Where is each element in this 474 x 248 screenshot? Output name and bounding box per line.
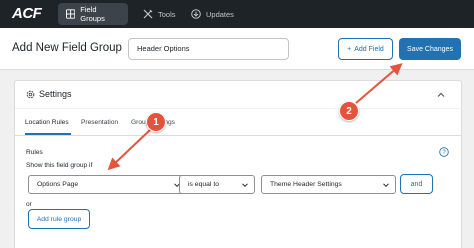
rule-operator-value: is equal to <box>188 181 219 188</box>
help-icon[interactable]: ? <box>439 147 449 157</box>
nav-tab-label: Field Groups <box>80 5 105 23</box>
tools-icon <box>143 9 153 19</box>
page-header: Add New Field Group Header Options + Add… <box>0 28 474 70</box>
rule-param-value: Options Page <box>37 181 79 188</box>
nav-tab-field-groups[interactable]: Field Groups <box>58 3 128 25</box>
nav-tab-label: Updates <box>206 9 234 19</box>
plus-icon: + <box>347 45 352 53</box>
callout-badge-2: 2 <box>339 101 359 121</box>
nav-tab-updates[interactable]: Updates <box>183 3 242 25</box>
svg-text:?: ? <box>442 150 446 156</box>
chevron-down-icon <box>383 183 389 188</box>
settings-panel: Settings Location Rules Presentation Gro… <box>14 80 462 248</box>
rule-value-select[interactable]: Theme Header Settings <box>261 175 396 194</box>
tab-location-rules[interactable]: Location Rules <box>25 119 69 126</box>
download-icon <box>191 9 201 19</box>
acf-logo: ACF <box>12 5 42 22</box>
rules-label: Rules <box>26 149 43 156</box>
tab-presentation[interactable]: Presentation <box>81 119 118 126</box>
add-rule-group-button[interactable]: Add rule group <box>28 209 90 229</box>
gear-icon <box>26 90 35 99</box>
chevron-up-icon[interactable] <box>437 91 445 99</box>
settings-tabs: Location Rules Presentation Group Settin… <box>15 109 461 136</box>
or-label: or <box>26 201 32 208</box>
rule-value-value: Theme Header Settings <box>270 181 342 188</box>
and-button[interactable]: and <box>400 174 433 194</box>
nav-tab-label: Tools <box>158 9 176 19</box>
settings-panel-header[interactable]: Settings <box>15 81 461 109</box>
top-nav: ACF Field Groups Tools Updates <box>0 0 474 28</box>
nav-tab-tools[interactable]: Tools <box>135 3 184 25</box>
callout-badge-1: 1 <box>146 112 166 132</box>
add-field-label: Add Field <box>354 45 384 53</box>
field-group-title-input[interactable]: Header Options <box>128 38 289 60</box>
rule-param-select[interactable]: Options Page <box>28 175 187 194</box>
save-changes-button[interactable]: Save Changes <box>399 38 461 60</box>
active-tab-indicator <box>25 133 71 135</box>
grid-icon <box>66 9 76 19</box>
settings-title: Settings <box>39 89 72 99</box>
page-title: Add New Field Group <box>12 42 122 54</box>
rule-operator-select[interactable]: is equal to <box>179 175 255 194</box>
add-field-button[interactable]: + Add Field <box>338 38 393 60</box>
chevron-down-icon <box>242 183 248 188</box>
show-if-label: Show this field group if <box>26 162 93 169</box>
